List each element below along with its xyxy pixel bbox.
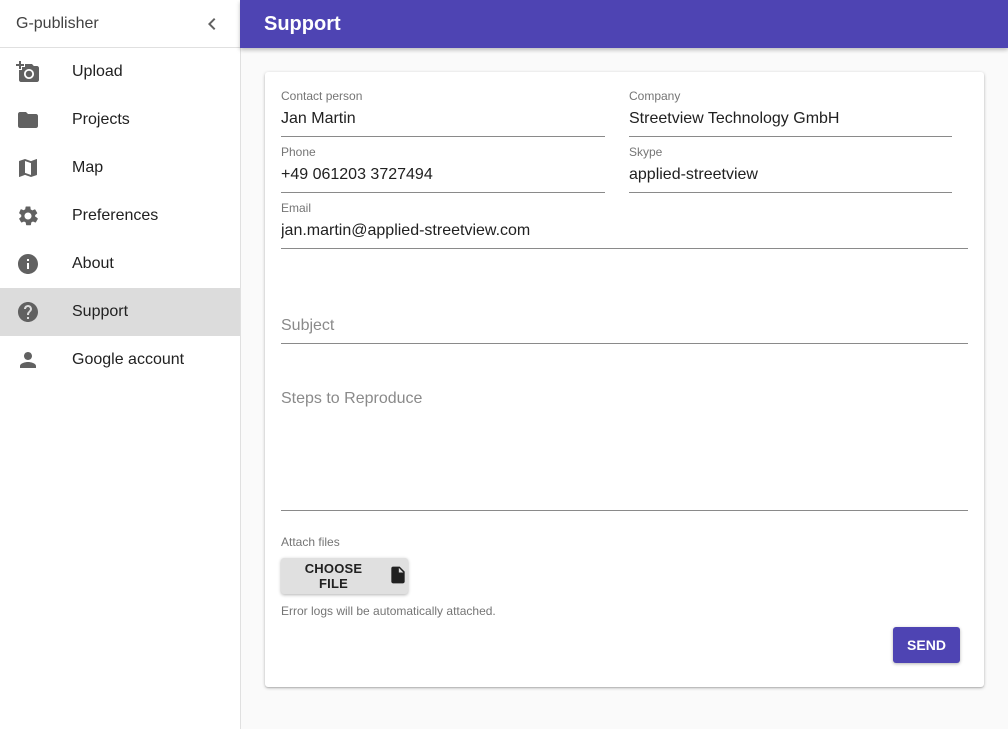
person-icon — [16, 348, 40, 372]
sidebar-item-upload[interactable]: Upload — [0, 48, 240, 96]
sidebar: G-publisher Upload Projects Map Preferen… — [0, 0, 241, 729]
company-field: Company — [629, 88, 952, 137]
choose-file-label: CHOOSE FILE — [304, 561, 363, 591]
email-field: Email — [281, 200, 968, 249]
attach-hint-text: Error logs will be automatically attache… — [281, 604, 496, 618]
contact-person-label: Contact person — [281, 89, 363, 103]
email-input[interactable] — [281, 216, 968, 249]
company-label: Company — [629, 89, 681, 103]
sidebar-item-label: Google account — [72, 351, 185, 368]
sidebar-item-preferences[interactable]: Preferences — [0, 192, 240, 240]
sidebar-item-label: Support — [72, 303, 129, 320]
contact-person-input[interactable] — [281, 104, 605, 137]
subject-field — [281, 311, 968, 344]
add-camera-icon — [16, 60, 40, 84]
support-form-card: Contact person Company Phone Skype Email… — [265, 72, 984, 687]
sidebar-item-label: Map — [72, 159, 104, 176]
subject-input[interactable] — [281, 311, 968, 344]
sidebar-item-support[interactable]: Support — [0, 288, 240, 336]
sidebar-item-projects[interactable]: Projects — [0, 96, 240, 144]
skype-input[interactable] — [629, 160, 952, 193]
map-icon — [16, 156, 40, 180]
sidebar-item-about[interactable]: About — [0, 240, 240, 288]
contact-person-field: Contact person — [281, 88, 605, 137]
sidebar-item-label: Projects — [72, 111, 130, 128]
sidebar-item-google-account[interactable]: Google account — [0, 336, 240, 384]
email-label: Email — [281, 201, 312, 215]
sidebar-item-label: Preferences — [72, 207, 159, 224]
folder-icon — [16, 108, 40, 132]
sidebar-item-map[interactable]: Map — [0, 144, 240, 192]
phone-field: Phone — [281, 144, 605, 193]
page-title: Support — [264, 12, 341, 35]
company-input[interactable] — [629, 104, 952, 137]
skype-field: Skype — [629, 144, 952, 193]
top-app-bar: Support — [240, 0, 1008, 48]
sidebar-nav: Upload Projects Map Preferences About Su… — [0, 48, 240, 384]
help-icon — [16, 300, 40, 324]
gear-icon — [16, 204, 40, 228]
info-icon — [16, 252, 40, 276]
skype-label: Skype — [629, 145, 663, 159]
sidebar-item-label: About — [72, 255, 114, 272]
phone-label: Phone — [281, 145, 316, 159]
steps-to-reproduce-input[interactable] — [281, 384, 968, 511]
file-icon — [388, 564, 408, 589]
attach-files-label: Attach files — [281, 535, 340, 549]
chevron-left-icon[interactable] — [200, 12, 224, 36]
send-button[interactable]: SEND — [893, 627, 960, 663]
sidebar-header: G-publisher — [0, 0, 240, 48]
choose-file-button[interactable]: CHOOSE FILE — [281, 558, 408, 594]
sidebar-item-label: Upload — [72, 63, 123, 80]
phone-input[interactable] — [281, 160, 605, 193]
app-title: G-publisher — [16, 14, 99, 32]
